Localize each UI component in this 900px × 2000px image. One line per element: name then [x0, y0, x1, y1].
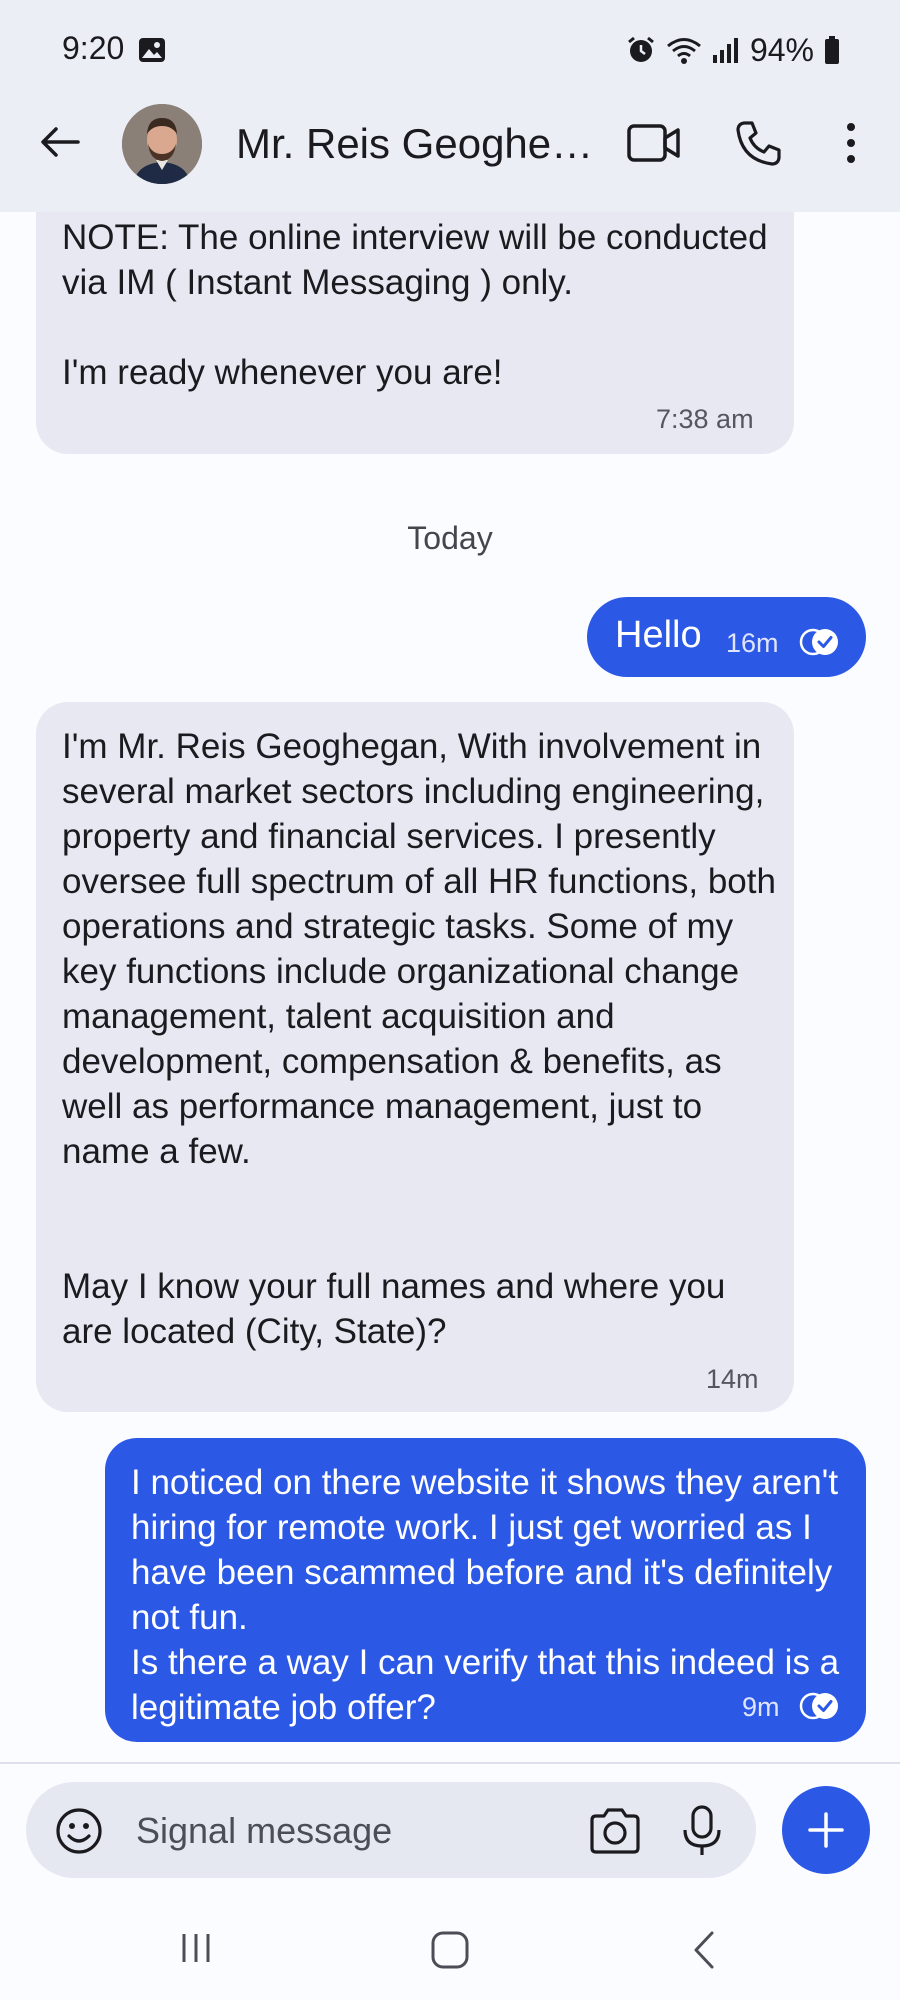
more-menu-icon[interactable]: [836, 118, 866, 168]
message-text: NOTE: The online interview will be condu…: [62, 218, 768, 392]
emoji-icon[interactable]: [54, 1806, 104, 1856]
video-call-icon[interactable]: [626, 118, 682, 168]
avatar[interactable]: [122, 104, 202, 184]
status-time: 9:20: [62, 30, 125, 66]
battery-icon: [825, 36, 839, 64]
read-receipt-icon: [799, 628, 838, 656]
plus-icon: [808, 1812, 844, 1848]
add-attachment-button[interactable]: [782, 1786, 870, 1874]
recent-apps-icon[interactable]: [176, 1928, 216, 1968]
call-icon[interactable]: [734, 118, 784, 168]
contact-name[interactable]: Mr. Reis Geoghe…: [236, 120, 596, 168]
message-text: I'm Mr. Reis Geoghegan, With involvement…: [62, 727, 776, 1351]
composer-divider: [0, 1762, 900, 1764]
nav-back-icon[interactable]: [688, 1928, 718, 1972]
home-icon[interactable]: [428, 1928, 472, 1972]
message-timestamp: 9m: [742, 1692, 780, 1722]
alarm-icon: [628, 36, 654, 62]
camera-icon[interactable]: [588, 1806, 642, 1856]
message-timestamp: 16m: [726, 628, 779, 658]
wifi-icon: [667, 38, 701, 64]
back-icon[interactable]: [36, 118, 84, 166]
image-icon: [139, 38, 165, 62]
signal-icon: [712, 38, 738, 63]
date-divider: Today: [407, 520, 493, 556]
incoming-message-bubble[interactable]: I'm Mr. Reis Geoghegan, With involvement…: [36, 702, 794, 1412]
message-text: Hello: [615, 614, 702, 656]
message-input[interactable]: [136, 1804, 566, 1858]
read-receipt-icon: [799, 1692, 838, 1720]
battery-percentage: 94%: [749, 31, 814, 68]
message-text: I noticed on there website it shows they…: [131, 1463, 840, 1727]
message-timestamp: 7:38 am: [656, 404, 754, 434]
message-timestamp: 14m: [706, 1364, 759, 1394]
microphone-icon[interactable]: [680, 1804, 724, 1858]
